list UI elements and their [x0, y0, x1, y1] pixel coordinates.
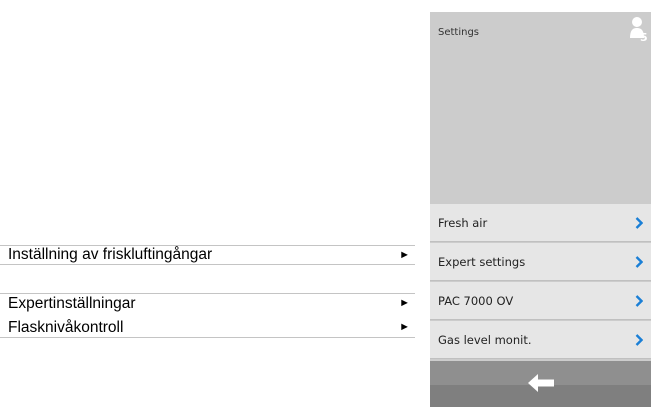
manual-item-label: Expertinställningar: [8, 294, 136, 312]
manual-item-label: Inställning av friskluftingångar: [8, 246, 213, 263]
user-level-icon[interactable]: 5: [629, 16, 649, 42]
play-arrow-icon: ►: [399, 248, 410, 261]
manual-item-expert-settings: Expertinställningar ►: [0, 293, 415, 313]
chevron-right-icon: [635, 333, 643, 346]
device-screen: Settings 5 Fresh air Expert settings PAC…: [430, 12, 651, 407]
play-arrow-icon: ►: [399, 297, 410, 309]
back-arrow-icon[interactable]: [527, 372, 555, 394]
chevron-right-icon: [635, 216, 643, 229]
menu-item-gas-level-monit[interactable]: Gas level monit.: [430, 321, 651, 359]
user-level-number: 5: [640, 31, 648, 42]
menu-item-label: Fresh air: [438, 215, 488, 230]
manual-item-label: Flasknivåkontroll: [8, 318, 124, 336]
screen-title: Settings: [438, 27, 480, 38]
chevron-right-icon: [635, 255, 643, 268]
menu-item-label: Expert settings: [438, 254, 526, 269]
manual-item-fresh-air-inputs: Inställning av friskluftingångar ►: [0, 245, 415, 265]
bottom-nav-bar: [430, 361, 651, 407]
menu-item-pac-7000-ov[interactable]: PAC 7000 OV: [430, 282, 651, 320]
menu-item-label: PAC 7000 OV: [438, 293, 514, 308]
menu-item-fresh-air[interactable]: Fresh air: [430, 204, 651, 242]
play-arrow-icon: ►: [399, 321, 410, 333]
chevron-right-icon: [635, 294, 643, 307]
manual-item-gas-level-monitoring: Flasknivåkontroll ►: [0, 318, 415, 338]
menu-item-label: Gas level monit.: [438, 332, 532, 347]
menu-item-expert-settings[interactable]: Expert settings: [430, 243, 651, 281]
